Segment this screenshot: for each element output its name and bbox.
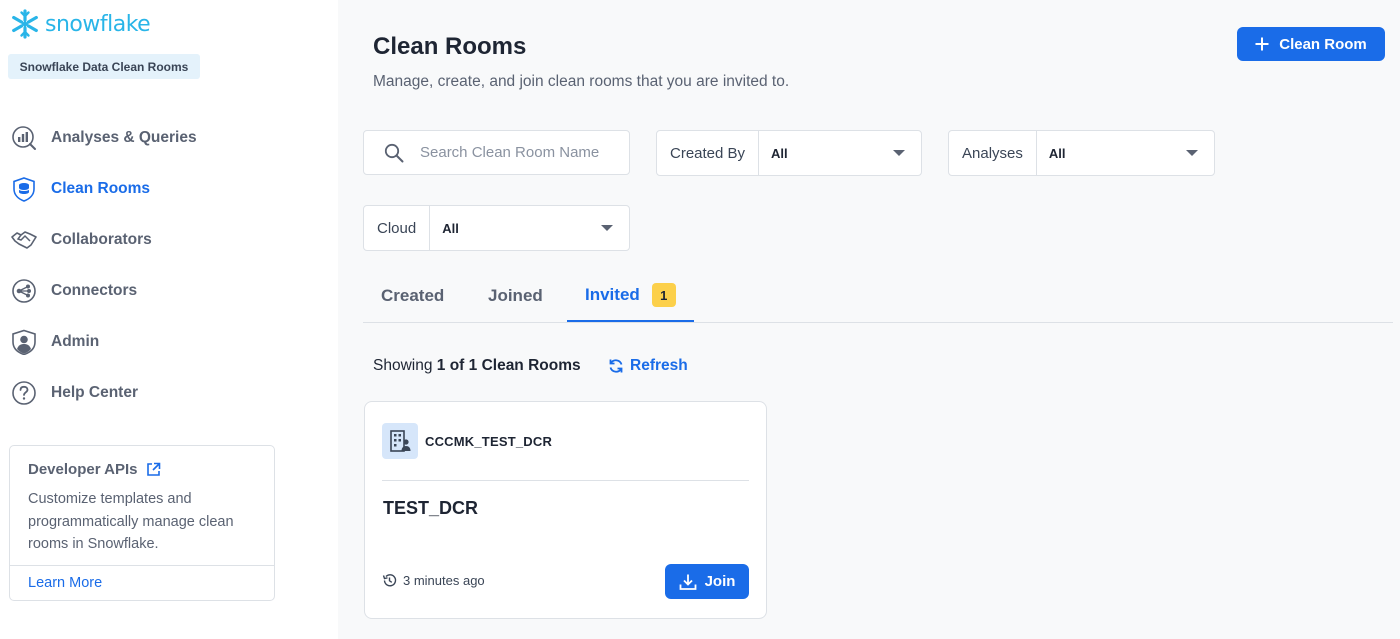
created-by-value: All: [771, 145, 788, 161]
tab-label: Created: [381, 286, 445, 305]
sidebar-item-clean-rooms[interactable]: Clean Rooms: [0, 163, 338, 214]
room-owner: CCCMK_TEST_DCR: [425, 434, 553, 449]
sidebar-item-label: Connectors: [51, 281, 138, 299]
sidebar-item-admin[interactable]: Admin: [0, 316, 338, 367]
sidebar-item-label: Analyses & Queries: [51, 128, 197, 146]
developer-apis-description: Customize templates and programmatically…: [28, 491, 234, 552]
divider: [382, 480, 749, 481]
sidebar-item-label: Clean Rooms: [51, 179, 151, 197]
cloud-value: All: [442, 220, 459, 236]
create-clean-room-button[interactable]: Clean Room: [1237, 27, 1385, 61]
tab-label: Invited: [585, 285, 640, 304]
developer-apis-heading[interactable]: Developer APIs: [28, 461, 161, 478]
analytics-icon: [11, 125, 37, 151]
tabs: Created Joined Invited 1: [363, 270, 1393, 323]
handshake-icon: [11, 227, 37, 253]
logo-text: snowflake: [45, 11, 151, 37]
analyses-select[interactable]: All: [1037, 131, 1214, 175]
tab-joined[interactable]: Joined: [488, 270, 543, 322]
learn-more-link[interactable]: Learn More: [28, 575, 102, 591]
sidebar-item-collaborators[interactable]: Collaborators: [0, 214, 338, 265]
created-by-select[interactable]: All: [759, 131, 921, 175]
page-subtitle: Manage, create, and join clean rooms tha…: [373, 73, 790, 90]
results-summary: Showing 1 of 1 Clean Rooms: [373, 357, 581, 375]
history-icon: [382, 574, 397, 587]
tab-invited[interactable]: Invited 1: [567, 270, 694, 322]
sidebar-nav: Analyses & Queries Clean Rooms Collabora…: [0, 112, 338, 418]
join-button[interactable]: Join: [665, 564, 749, 599]
snowflake-icon: [12, 9, 38, 39]
sidebar-item-label: Admin: [51, 332, 100, 350]
plus-icon: [1255, 37, 1269, 51]
refresh-icon: [609, 359, 623, 373]
sidebar-item-connectors[interactable]: Connectors: [0, 265, 338, 316]
invited-count-badge: 1: [651, 283, 676, 307]
divider: [10, 565, 274, 566]
room-name: TEST_DCR: [383, 498, 479, 518]
chevron-down-icon: [893, 150, 905, 156]
search-box[interactable]: [363, 130, 630, 175]
cloud-select[interactable]: All: [430, 206, 629, 250]
create-button-label: Clean Room: [1279, 35, 1367, 53]
refresh-button[interactable]: Refresh: [608, 357, 688, 375]
admin-shield-icon: [11, 329, 37, 355]
clean-room-card[interactable]: CCCMK_TEST_DCR TEST_DCR 3 minutes ago Jo…: [364, 401, 767, 619]
chevron-down-icon: [601, 225, 613, 231]
tab-created[interactable]: Created: [381, 270, 444, 322]
room-updated: 3 minutes ago: [382, 573, 485, 588]
tab-label: Joined: [488, 286, 543, 305]
analyses-filter: Analyses All: [948, 130, 1215, 176]
results-prefix: Showing: [373, 357, 433, 374]
help-icon: [11, 380, 37, 406]
created-by-label: Created By: [657, 131, 760, 175]
page-title: Clean Rooms: [373, 33, 527, 60]
refresh-label: Refresh: [630, 357, 688, 374]
sidebar: snowflake Snowflake Data Clean Rooms Ana…: [0, 0, 338, 639]
developer-apis-title: Developer APIs: [28, 461, 138, 478]
search-icon: [384, 143, 404, 162]
room-updated-text: 3 minutes ago: [403, 573, 485, 588]
search-input[interactable]: [420, 144, 620, 161]
created-by-filter: Created By All: [656, 130, 922, 176]
results-count: 1 of 1 Clean Rooms: [436, 357, 581, 374]
building-user-icon: [382, 423, 418, 459]
sidebar-item-help-center[interactable]: Help Center: [0, 367, 338, 418]
external-link-icon: [146, 462, 160, 476]
analyses-label: Analyses: [949, 131, 1037, 175]
analyses-value: All: [1048, 145, 1066, 161]
snowflake-logo[interactable]: snowflake: [9, 8, 151, 40]
download-icon: [679, 574, 696, 590]
cloud-label: Cloud: [364, 206, 431, 250]
sidebar-item-label: Collaborators: [51, 230, 152, 248]
join-label: Join: [704, 573, 736, 590]
product-badge: Snowflake Data Clean Rooms: [8, 54, 200, 79]
sidebar-item-label: Help Center: [51, 383, 138, 401]
cloud-filter: Cloud All: [363, 205, 630, 251]
sidebar-item-analyses-queries[interactable]: Analyses & Queries: [0, 112, 338, 163]
chevron-down-icon: [1186, 150, 1198, 156]
developer-apis-card: Developer APIs Customize templates and p…: [9, 445, 275, 601]
connectors-icon: [11, 278, 37, 304]
database-shield-icon: [11, 176, 37, 202]
